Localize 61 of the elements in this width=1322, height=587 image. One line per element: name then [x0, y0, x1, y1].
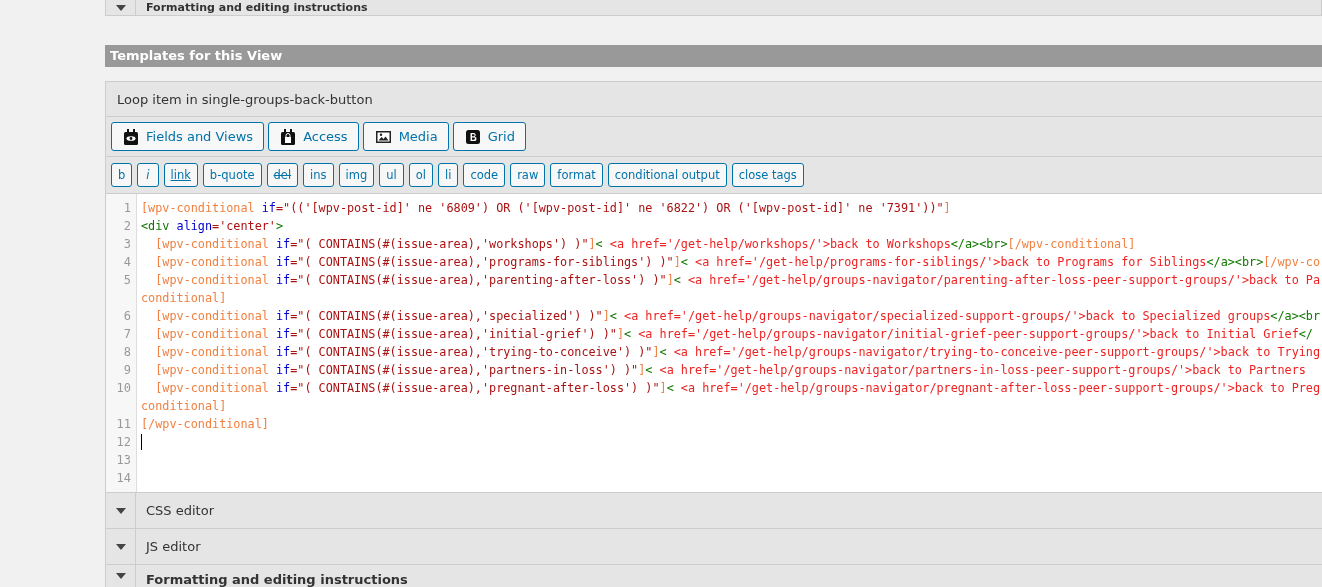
- code-line: [wpv-conditional if="( CONTAINS(#(issue-area),'specialized') )"]< <a href='/get-help/groups-navigator/specialized-support-groups/'>back to Specialized groups</a><br: [154, 308, 1321, 325]
- lock-icon: [281, 128, 296, 145]
- quicktag-button[interactable]: del: [266, 163, 299, 187]
- quicktag-button[interactable]: ol: [408, 163, 433, 187]
- line-number: 14: [116, 471, 131, 485]
- quicktag-button[interactable]: i: [137, 163, 159, 187]
- image-icon: [375, 130, 391, 143]
- quicktag-button[interactable]: code: [463, 163, 506, 187]
- code-line: [wpv-conditional if="( CONTAINS(#(issue-area),'trying-to-conceive') )"]< <a href='/get-help/groups-navigator/trying-to-conceive-peer-support-groups/'>back to Trying: [154, 344, 1321, 361]
- code-line: [/wpv-conditional]: [141, 416, 269, 433]
- section-title[interactable]: Formatting and editing instructions: [136, 572, 408, 587]
- caret-icon: [115, 573, 126, 579]
- toolbar-button[interactable]: Grid: [452, 122, 526, 151]
- line-number: 4: [123, 255, 131, 269]
- section-title[interactable]: Formatting and editing instructions: [136, 1, 368, 14]
- line-number: 3: [123, 237, 131, 251]
- quicktag-button[interactable]: li: [438, 163, 459, 187]
- section-header: Templates for this View: [105, 45, 1322, 67]
- code-line: [wpv-conditional if="(('[wpv-post-id]' ne '6809') OR ('[wpv-post-id]' ne '6822') OR ('[wpv-post-id]' ne '7391'))"]: [141, 200, 951, 217]
- section-title[interactable]: CSS editor: [136, 503, 214, 518]
- caret-icon: [115, 507, 126, 514]
- line-number: 8: [123, 345, 131, 359]
- line-number: 7: [123, 327, 131, 341]
- line-number: 5: [123, 273, 131, 287]
- quicktag-button[interactable]: ul: [379, 163, 404, 187]
- code-line: conditional]: [141, 290, 227, 307]
- quicktag-button[interactable]: conditional output: [607, 163, 727, 187]
- line-number: 10: [116, 381, 131, 395]
- template-title: Loop item in single-groups-back-button: [106, 81, 1322, 117]
- quicktag-button[interactable]: ins: [303, 163, 334, 187]
- code-editor[interactable]: [106, 194, 1322, 493]
- toolbar-button[interactable]: Media: [362, 122, 449, 151]
- quicktag-button[interactable]: b-quote: [202, 163, 262, 187]
- eye-icon: [124, 128, 138, 145]
- line-number: 2: [123, 219, 131, 233]
- line-number: 11: [116, 417, 131, 431]
- toolbar-button[interactable]: Access: [268, 122, 359, 151]
- code-line: [wpv-conditional if="( CONTAINS(#(issue-area),'workshops') )"]< <a href='/get-help/workshops/'>back to Workshops</a><br>[/wpv-conditional]: [154, 236, 1136, 253]
- line-number: 12: [116, 435, 131, 449]
- quicktag-button[interactable]: format: [550, 163, 603, 187]
- section-title[interactable]: JS editor: [136, 539, 201, 554]
- code-line: [wpv-conditional if="( CONTAINS(#(issue-area),'partners-in-loss') )"]< <a href='/get-help/groups-navigator/partners-in-loss-peer-support-groups/'>back to Partners: [154, 362, 1306, 379]
- caret-icon: [115, 4, 126, 11]
- code-line: conditional]: [141, 398, 227, 415]
- line-number: 13: [116, 453, 131, 467]
- caret-icon: [115, 543, 126, 550]
- code-line: [wpv-conditional if="( CONTAINS(#(issue-area),'parenting-after-loss') )"]< <a href='/get-help/groups-navigator/parenting-after-loss-peer-support-groups/'>back to Pa: [154, 272, 1321, 289]
- code-line: [wpv-conditional if="( CONTAINS(#(issue-area),'initial-grief') )"]< <a href='/get-help/groups-navigator/initial-grief-peer-support-groups/'>back to Initial Grief</: [154, 326, 1313, 343]
- quicktag-button[interactable]: link: [163, 163, 198, 187]
- code-line: [wpv-conditional if="( CONTAINS(#(issue-area),'pregnant-after-loss') )"]< <a href='/get-help/groups-navigator/pregnant-after-loss-peer-support-groups/'>back to Preg: [154, 380, 1321, 397]
- quicktag-button[interactable]: close tags: [731, 163, 804, 187]
- code-line: [wpv-conditional if="( CONTAINS(#(issue-area),'programs-for-siblings') )"]< <a href='/get-help/programs-for-siblings/'>back to Programs for Siblings</a><br>[/wpv-co: [154, 254, 1321, 271]
- quicktag-button[interactable]: img: [338, 163, 375, 187]
- bootstrap-icon: [465, 129, 480, 144]
- code-line: <div align='center'>: [141, 218, 284, 235]
- line-number: 9: [123, 363, 131, 377]
- line-number: 1: [123, 201, 131, 215]
- line-number: 6: [123, 309, 131, 323]
- quicktag-button[interactable]: raw: [510, 163, 546, 187]
- toolbar-button[interactable]: Fields and Views: [111, 122, 265, 151]
- quicktag-button[interactable]: b: [111, 163, 133, 187]
